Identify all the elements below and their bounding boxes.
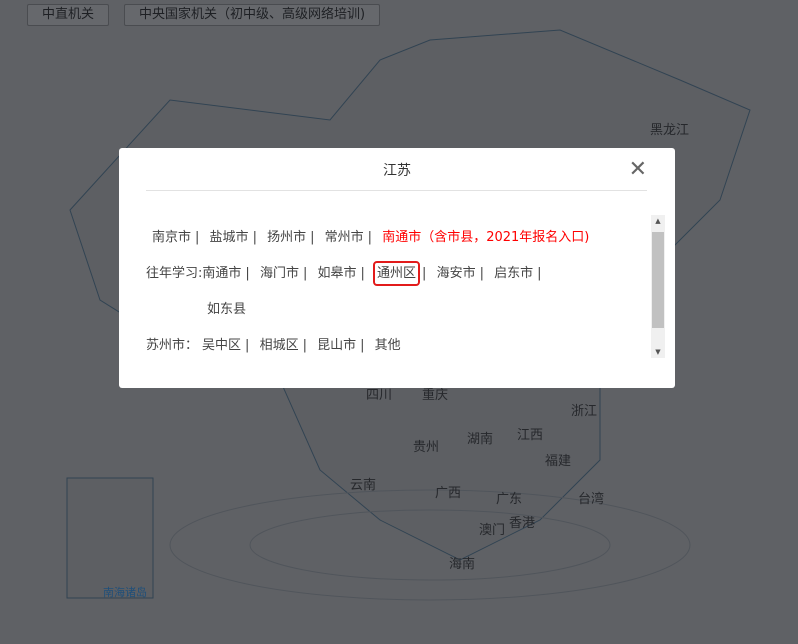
map-label[interactable]: 澳门 <box>479 519 505 538</box>
map-label[interactable]: 海南 <box>449 553 475 572</box>
district-link[interactable]: 其他 <box>375 338 401 353</box>
modal-title: 江苏 <box>383 163 411 179</box>
modal-scrollbar[interactable]: ▲ ▼ <box>651 215 665 358</box>
province-modal: 江苏 ✕ 南京市 | 盐城市 | 扬州市 | 常州市 | 南通市（含市县，2021年报名… <box>119 148 675 388</box>
scroll-up-icon[interactable]: ▲ <box>651 217 665 225</box>
map-label[interactable]: 福建 <box>545 450 571 469</box>
district-link[interactable]: 吴中区 <box>202 338 241 353</box>
map-label[interactable]: 广西 <box>435 482 461 501</box>
suzhou-row: 苏州市： 吴中区 | 相城区 | 昆山市 | 其他 <box>146 338 401 353</box>
city-link[interactable]: 南通市 <box>202 266 241 281</box>
tongzhou-district-link[interactable]: 通州区 <box>373 261 421 286</box>
map-label[interactable]: 湖南 <box>467 428 493 447</box>
central-state-organs-button[interactable]: 中央国家机关（初中级、高级网络培训) <box>124 4 381 26</box>
map-label[interactable]: 台湾 <box>578 488 604 507</box>
map-label[interactable]: 香港 <box>509 512 535 531</box>
city-link[interactable]: 南京市 <box>152 230 191 245</box>
suzhou-label: 苏州市： <box>146 338 199 353</box>
map-label[interactable]: 江西 <box>517 424 543 443</box>
district-link[interactable]: 昆山市 <box>317 338 356 353</box>
scroll-down-icon[interactable]: ▼ <box>651 348 665 356</box>
close-icon[interactable]: ✕ <box>629 159 647 181</box>
map-label[interactable]: 云南 <box>350 474 376 493</box>
past-years-row: 往年学习:南通市 | 海门市 | 如皋市 | 通州区 | 海安市 | 启东市 | <box>146 261 548 286</box>
map-label[interactable]: 贵州 <box>413 436 439 455</box>
divider <box>146 190 647 191</box>
past-years-label: 往年学习: <box>146 266 203 281</box>
map-label[interactable]: 浙江 <box>571 400 597 419</box>
past-years-row-cont: 如东县 <box>207 298 246 317</box>
nantong-registration-link[interactable]: 南通市（含市县，2021年报名入口) <box>382 230 589 245</box>
city-link[interactable]: 扬州市 <box>267 230 306 245</box>
city-link[interactable]: 启东市 <box>494 266 533 281</box>
city-link[interactable]: 海安市 <box>437 266 476 281</box>
district-link[interactable]: 相城区 <box>260 338 299 353</box>
city-row: 南京市 | 盐城市 | 扬州市 | 常州市 | 南通市（含市县，2021年报名入口) <box>152 230 590 245</box>
city-link[interactable]: 海门市 <box>260 266 299 281</box>
city-link[interactable]: 盐城市 <box>210 230 249 245</box>
city-link[interactable]: 常州市 <box>325 230 364 245</box>
city-link[interactable]: 如皋市 <box>317 266 356 281</box>
map-label-south-sea: 南海诸岛 <box>103 586 147 599</box>
scrollbar-thumb[interactable] <box>652 232 664 328</box>
city-link[interactable]: 如东县 <box>207 302 246 317</box>
map-label[interactable]: 黑龙江 <box>650 119 689 138</box>
central-direct-button[interactable]: 中直机关 <box>27 4 110 26</box>
map-label[interactable]: 广东 <box>496 488 522 507</box>
